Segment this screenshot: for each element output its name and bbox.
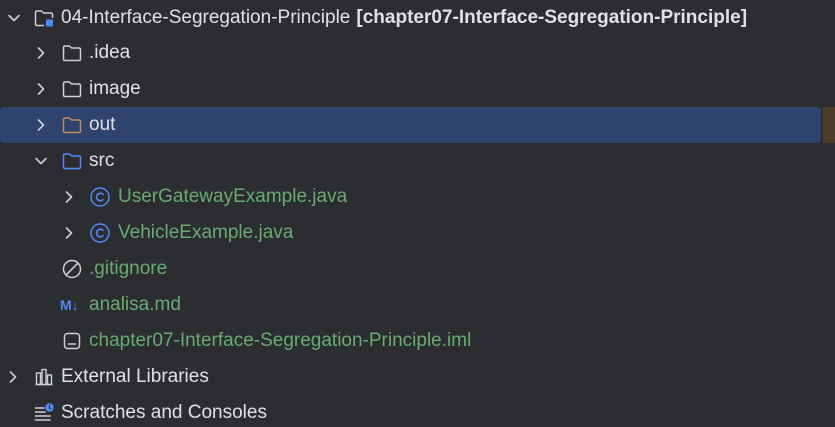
libraries-icon bbox=[33, 366, 55, 388]
chevron-right-icon[interactable] bbox=[4, 368, 22, 386]
root-module-name: [chapter07-Interface-Segregation-Princip… bbox=[356, 7, 748, 28]
excluded-folder-icon bbox=[61, 114, 83, 136]
markdown-icon: M↓ bbox=[60, 297, 79, 313]
folder-icon bbox=[61, 42, 83, 64]
tree-row-src[interactable]: src bbox=[0, 143, 835, 179]
chevron-right-icon[interactable] bbox=[32, 80, 50, 98]
chevron-right-icon[interactable] bbox=[32, 116, 50, 134]
tree-row-analisa-md[interactable]: M↓ analisa.md bbox=[0, 287, 835, 323]
chevron-right-icon[interactable] bbox=[60, 224, 78, 242]
java-class-icon bbox=[89, 222, 111, 244]
project-tree: 04-Interface-Segregation-Principle [chapt… bbox=[0, 0, 835, 427]
tree-row-user-gateway-example[interactable]: UserGatewayExample.java bbox=[0, 179, 835, 215]
source-folder-icon bbox=[61, 150, 83, 172]
tree-row-vehicle-example[interactable]: VehicleExample.java bbox=[0, 215, 835, 251]
tree-item-label: out bbox=[89, 114, 116, 135]
tree-item-label: chapter07-Interface-Segregation-Principl… bbox=[89, 330, 472, 351]
scroll-edge-marker bbox=[823, 107, 835, 143]
chevron-right-icon[interactable] bbox=[60, 188, 78, 206]
root-module-label: 04-Interface-Segregation-Principle [chapt… bbox=[61, 0, 747, 36]
java-class-icon bbox=[89, 186, 111, 208]
tree-row-root[interactable]: 04-Interface-Segregation-Principle [chapt… bbox=[0, 0, 835, 36]
tree-row-iml[interactable]: chapter07-Interface-Segregation-Principl… bbox=[0, 323, 835, 359]
tree-row-image[interactable]: image bbox=[0, 71, 835, 107]
scratches-icon bbox=[33, 402, 55, 424]
tree-row-gitignore[interactable]: .gitignore bbox=[0, 251, 835, 287]
selection-highlight bbox=[0, 107, 821, 143]
tree-item-label: image bbox=[89, 78, 141, 99]
tree-item-label: Scratches and Consoles bbox=[61, 402, 267, 423]
tree-row-external-libraries[interactable]: External Libraries bbox=[0, 359, 835, 395]
tree-row-scratches[interactable]: Scratches and Consoles bbox=[0, 395, 835, 427]
tree-item-label: analisa.md bbox=[89, 294, 181, 315]
tree-item-label: .idea bbox=[89, 42, 131, 63]
ignore-file-icon bbox=[61, 258, 83, 280]
chevron-down-icon[interactable] bbox=[32, 152, 50, 170]
tree-row-idea[interactable]: .idea bbox=[0, 35, 835, 71]
chevron-down-icon[interactable] bbox=[5, 9, 23, 27]
module-folder-icon bbox=[33, 7, 55, 29]
tree-item-label: UserGatewayExample.java bbox=[118, 186, 348, 207]
tree-item-label: VehicleExample.java bbox=[118, 222, 294, 243]
chevron-right-icon[interactable] bbox=[32, 44, 50, 62]
tree-item-label: .gitignore bbox=[89, 258, 168, 279]
root-folder-name: 04-Interface-Segregation-Principle bbox=[61, 7, 351, 28]
tree-item-label: External Libraries bbox=[61, 366, 209, 387]
tree-row-out[interactable]: out bbox=[0, 107, 835, 143]
iml-file-icon bbox=[61, 330, 83, 352]
folder-icon bbox=[61, 78, 83, 100]
tree-item-label: src bbox=[89, 150, 115, 171]
